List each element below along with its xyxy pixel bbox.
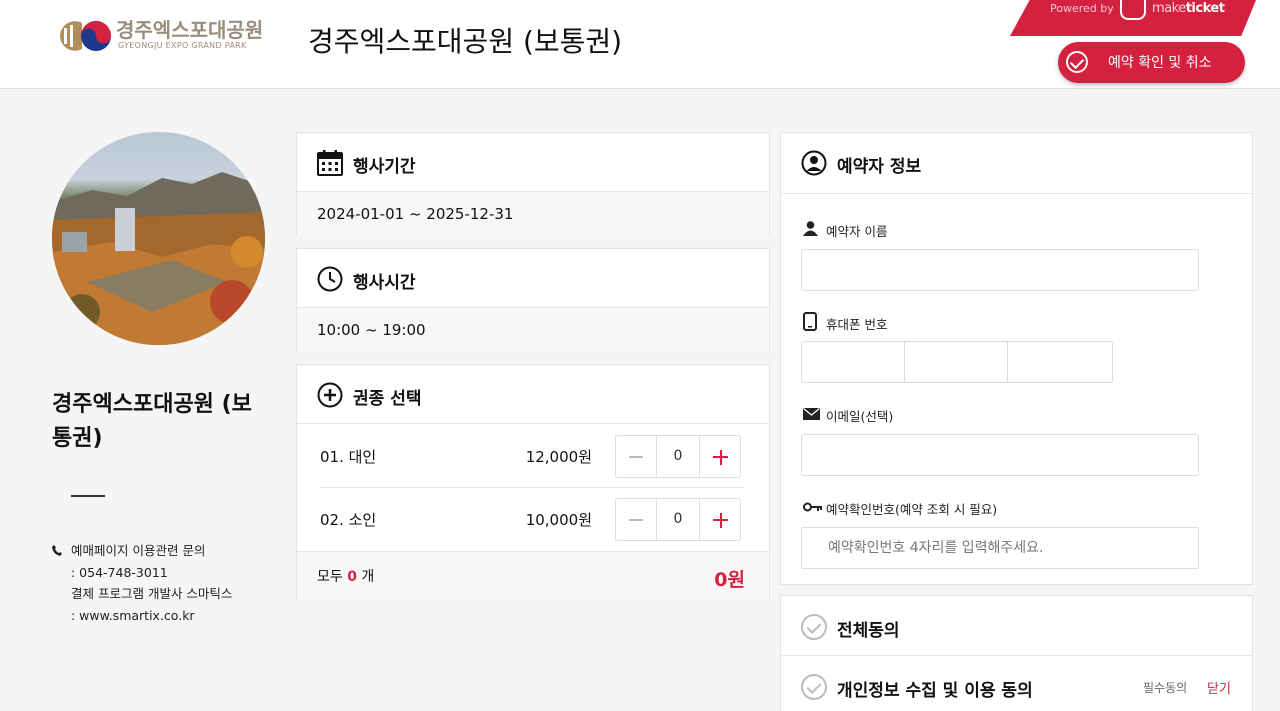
page-title: 경주엑스포대공원 (보통권) (308, 25, 623, 58)
phone-icon (52, 545, 62, 556)
agree-all-label: 전체동의 (837, 621, 900, 641)
quantity-value[interactable]: 0 (657, 436, 699, 477)
site-logo[interactable]: 경주엑스포대공원 GYEONGJU EXPO GRAND PARK (52, 14, 267, 58)
clock-icon (317, 266, 343, 292)
contact-info: 예매페이지 이용관련 문의 : 054-748-3011 결제 프로그램 개발사… (52, 540, 232, 626)
name-label: 예약자 이름 (826, 224, 888, 239)
decrease-button[interactable] (616, 436, 657, 477)
increase-button[interactable] (699, 499, 740, 540)
ticket-cup-icon (1120, 0, 1146, 20)
check-circle-icon[interactable] (801, 674, 827, 700)
period-title: 행사기간 (353, 157, 416, 177)
header: 경주엑스포대공원 GYEONGJU EXPO GRAND PARK 경주엑스포대… (0, 0, 1280, 89)
event-hours-panel: 행사시간 10:00 ~ 19:00 (296, 248, 770, 353)
event-name: 경주엑스포대공원 (보통권) (52, 392, 252, 451)
increase-button[interactable] (699, 436, 740, 477)
person-icon (803, 221, 818, 236)
check-circle-icon[interactable] (801, 614, 827, 640)
reservation-confirm-cancel-button[interactable]: 예약 확인 및 취소 (1058, 42, 1245, 83)
ticket-price: 10,000원 (525, 511, 592, 529)
pin-input[interactable]: 예약확인번호 4자리를 입력해주세요. (801, 527, 1199, 569)
panel-body: 10:00 ~ 19:00 (297, 308, 769, 353)
calendar-icon (317, 150, 343, 176)
hours-title: 행사시간 (353, 273, 416, 293)
mobile-phone-icon (803, 312, 817, 331)
hours-value: 10:00 ~ 19:00 (317, 321, 426, 339)
ticket-select-panel: 권종 선택 01. 대인 12,000원 0 02. 소인 10,000원 0 … (296, 364, 770, 601)
phone-input-1[interactable] (801, 341, 905, 383)
booker-info-panel: 예약자 정보 예약자 이름 휴대폰 번호 이메일(선택) 예약확인번호(예약 조… (780, 132, 1253, 585)
decrease-button[interactable] (616, 499, 657, 540)
panel-header: 권종 선택 (297, 365, 769, 424)
email-input[interactable] (801, 434, 1199, 476)
ticket-name: 01. 대인 (320, 448, 377, 466)
phone-input-2[interactable] (904, 341, 1008, 383)
ticket-row: 01. 대인 12,000원 0 (320, 425, 745, 488)
quantity-stepper: 0 (615, 498, 741, 541)
agree-privacy-label: 개인정보 수집 및 이용 동의 (837, 681, 1033, 701)
brand-name: maketicket (1152, 1, 1225, 16)
contact-line: 예매페이지 이용관련 문의 (52, 540, 232, 562)
panel-header: 예약자 정보 (781, 133, 1252, 194)
period-value: 2024-01-01 ~ 2025-12-31 (317, 205, 514, 223)
envelope-icon (803, 408, 820, 420)
total-count: 모두 0 개 (317, 569, 375, 585)
contact-line: 결제 프로그램 개발사 스마틱스 (71, 586, 233, 601)
phone-label: 휴대폰 번호 (826, 317, 888, 332)
pin-label: 예약확인번호(예약 조회 시 필요) (826, 502, 998, 517)
contact-link[interactable]: : www.smartix.co.kr (52, 605, 232, 627)
contact-line: : 054-748-3011 (71, 564, 168, 580)
panel-body: 2024-01-01 ~ 2025-12-31 (297, 192, 769, 237)
divider (71, 495, 105, 497)
quantity-stepper: 0 (615, 435, 741, 478)
ticket-name: 02. 소인 (320, 511, 377, 529)
taeguk-logo-icon (60, 21, 111, 51)
email-label: 이메일(선택) (826, 409, 894, 424)
check-circle-icon (1066, 51, 1088, 73)
powered-by-banner[interactable]: Powered by maketicket (1010, 0, 1256, 36)
agree-privacy-row[interactable]: 개인정보 수집 및 이용 동의 필수동의 닫기 (781, 656, 1252, 711)
booker-title: 예약자 정보 (837, 157, 922, 177)
name-input[interactable] (801, 249, 1199, 291)
plus-circle-icon (317, 382, 343, 408)
powered-by-label: Powered by (1050, 2, 1114, 15)
required-badge: 필수동의 (1143, 681, 1188, 695)
user-circle-icon (801, 150, 827, 176)
total-bar: 모두 0 개 0원 (297, 551, 769, 601)
park-aerial-image (52, 172, 265, 345)
close-link[interactable]: 닫기 (1207, 678, 1231, 697)
logo-text-korean: 경주엑스포대공원 (116, 18, 264, 42)
agreements-panel: 전체동의 개인정보 수집 및 이용 동의 필수동의 닫기 (780, 595, 1253, 711)
total-amount: 0원 (714, 569, 745, 591)
quantity-value[interactable]: 0 (657, 499, 699, 540)
event-photo (52, 132, 265, 345)
agree-all-row[interactable]: 전체동의 (781, 596, 1252, 656)
ticket-select-title: 권종 선택 (353, 389, 422, 409)
panel-header: 행사시간 (297, 249, 769, 308)
logo-text-english: GYEONGJU EXPO GRAND PARK (118, 41, 247, 50)
panel-header: 행사기간 (297, 133, 769, 192)
key-icon (803, 502, 822, 512)
confirm-button-label: 예약 확인 및 취소 (1108, 55, 1212, 71)
event-period-panel: 행사기간 2024-01-01 ~ 2025-12-31 (296, 132, 770, 237)
ticket-price: 12,000원 (525, 448, 592, 466)
phone-input-3[interactable] (1007, 341, 1113, 383)
ticket-row: 02. 소인 10,000원 0 (320, 488, 745, 551)
